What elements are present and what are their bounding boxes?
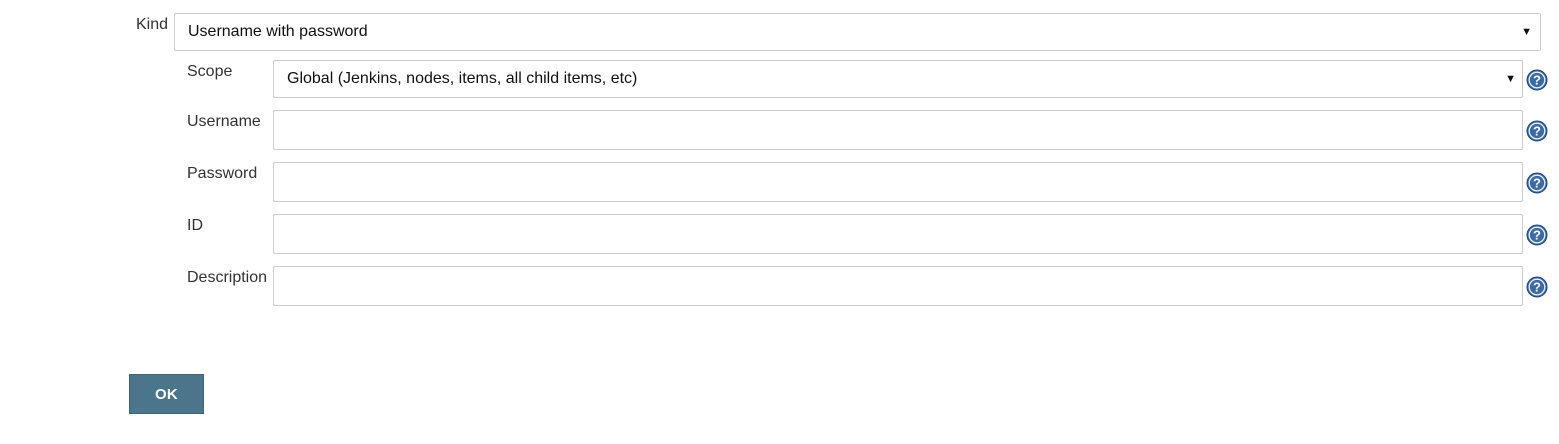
help-icon[interactable]: ? <box>1526 276 1548 298</box>
description-input[interactable] <box>273 266 1523 306</box>
chevron-down-icon: ▼ <box>1521 26 1532 38</box>
kind-label: Kind <box>136 16 169 33</box>
svg-text:?: ? <box>1533 228 1541 243</box>
ok-button[interactable]: OK <box>129 374 204 414</box>
svg-text:?: ? <box>1533 73 1541 88</box>
kind-select-value: Username with password <box>188 23 368 40</box>
svg-text:?: ? <box>1533 176 1541 191</box>
description-label: Description <box>187 269 268 286</box>
id-input[interactable] <box>273 214 1523 254</box>
scope-label: Scope <box>187 63 233 80</box>
svg-text:?: ? <box>1533 124 1541 139</box>
scope-select[interactable]: Global (Jenkins, nodes, items, all child… <box>273 60 1523 98</box>
help-icon[interactable]: ? <box>1526 120 1548 142</box>
password-label: Password <box>187 165 258 182</box>
id-label: ID <box>187 217 203 234</box>
username-input[interactable] <box>273 110 1523 150</box>
username-label: Username <box>187 113 261 130</box>
help-icon[interactable]: ? <box>1526 69 1548 91</box>
svg-text:?: ? <box>1533 280 1541 295</box>
scope-select-value: Global (Jenkins, nodes, items, all child… <box>287 70 638 87</box>
password-input[interactable] <box>273 162 1523 202</box>
help-icon[interactable]: ? <box>1526 224 1548 246</box>
chevron-down-icon: ▼ <box>1505 73 1516 85</box>
kind-select[interactable]: Username with password ▼ <box>174 13 1541 51</box>
help-icon[interactable]: ? <box>1526 172 1548 194</box>
